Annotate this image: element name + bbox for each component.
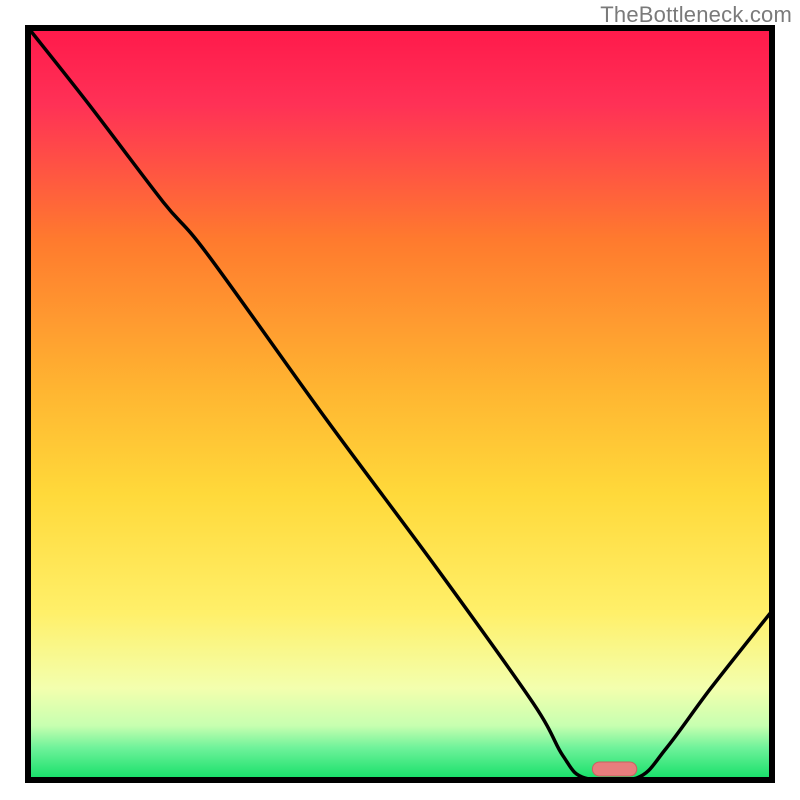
plot-area <box>28 28 772 781</box>
watermark-text: TheBottleneck.com <box>600 2 792 28</box>
optimum-marker <box>592 762 636 776</box>
gradient-background <box>30 30 770 778</box>
chart-stage: TheBottleneck.com <box>0 0 800 800</box>
bottleneck-chart <box>0 0 800 800</box>
